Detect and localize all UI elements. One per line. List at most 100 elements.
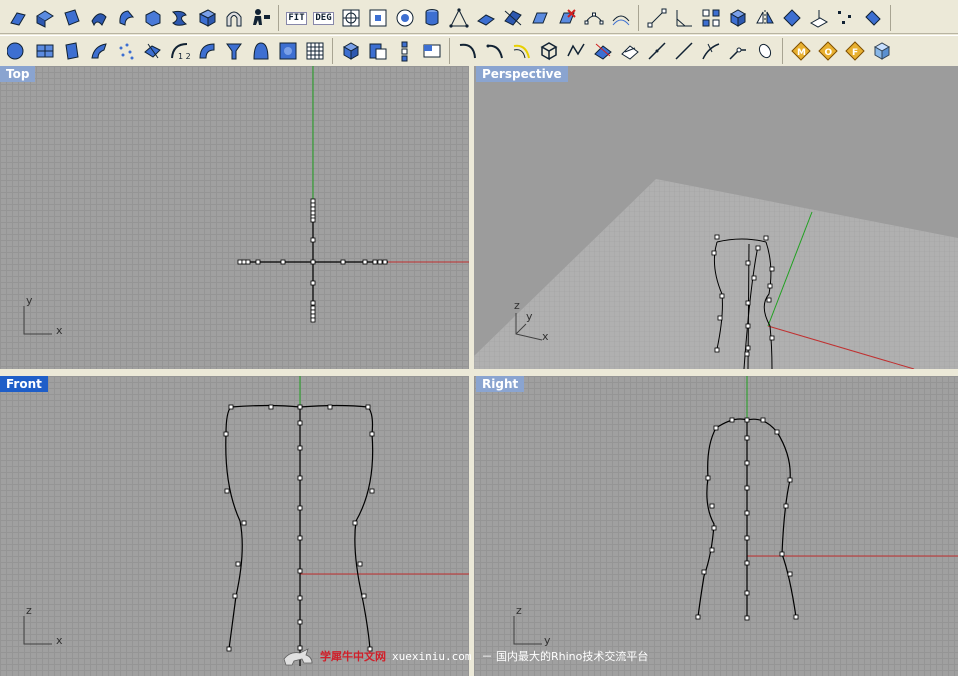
watermark-url: xuexiniu.com bbox=[392, 649, 472, 663]
control-points-icon[interactable] bbox=[580, 5, 607, 31]
curve-arc-icon[interactable] bbox=[454, 38, 481, 64]
front-viewport[interactable]: Front z x bbox=[0, 376, 469, 676]
box-solid-icon[interactable] bbox=[724, 5, 751, 31]
perspective-viewport[interactable]: Perspective z y x bbox=[474, 66, 958, 369]
project-curve-icon[interactable] bbox=[589, 38, 616, 64]
front-control-points bbox=[223, 404, 375, 652]
right-viewport[interactable]: Right z y bbox=[474, 376, 958, 676]
sweep2-icon[interactable] bbox=[85, 5, 112, 31]
angle-dimension-icon[interactable] bbox=[670, 5, 697, 31]
sweep1-icon[interactable] bbox=[58, 5, 85, 31]
svg-text:1 2: 1 2 bbox=[178, 52, 191, 61]
watermark: 学犀牛中文网 xuexiniu.com － 国内最大的Rhino技术交流平台 bbox=[282, 643, 648, 669]
render-preview-icon[interactable] bbox=[274, 38, 301, 64]
grid-surface-icon[interactable] bbox=[31, 38, 58, 64]
persp-axis-label-z: z bbox=[514, 299, 520, 312]
target-icon[interactable] bbox=[337, 5, 364, 31]
front-axis-indicator bbox=[23, 616, 52, 645]
right-axis-label-z: z bbox=[516, 604, 522, 617]
viewport-title-right[interactable]: Right bbox=[476, 376, 525, 392]
patch-icon[interactable] bbox=[166, 5, 193, 31]
zoom-extents-button[interactable]: FIT bbox=[283, 5, 310, 31]
snap-center-icon[interactable] bbox=[364, 5, 391, 31]
right-profile-curves bbox=[697, 418, 797, 620]
rail-revolve-icon[interactable] bbox=[139, 5, 166, 31]
top-viewport[interactable]: Top y x bbox=[0, 66, 469, 369]
material-o-icon[interactable]: O bbox=[814, 38, 841, 64]
revolve-icon[interactable] bbox=[112, 5, 139, 31]
mesh-grid-icon[interactable] bbox=[301, 38, 328, 64]
right-viewport-canvas bbox=[513, 376, 958, 645]
move-point-icon[interactable] bbox=[643, 5, 670, 31]
polyline-icon[interactable] bbox=[670, 38, 697, 64]
front-axis-label-z: z bbox=[26, 604, 32, 617]
pipe-icon[interactable] bbox=[859, 5, 886, 31]
fit-label: FIT bbox=[286, 11, 307, 25]
project-icon[interactable] bbox=[805, 5, 832, 31]
plane-icon[interactable] bbox=[472, 5, 499, 31]
network-surface-icon[interactable] bbox=[193, 5, 220, 31]
surface-tools-group bbox=[0, 5, 279, 31]
sphere-icon[interactable] bbox=[4, 38, 31, 64]
deg-label: DEG bbox=[313, 11, 334, 25]
extract-curve-icon[interactable] bbox=[616, 38, 643, 64]
material-m-icon[interactable]: M bbox=[787, 38, 814, 64]
fillet-icon[interactable] bbox=[85, 38, 112, 64]
box-edges-icon[interactable] bbox=[535, 38, 562, 64]
extrude-surface-icon[interactable] bbox=[4, 5, 31, 31]
material-f-icon[interactable]: F bbox=[841, 38, 868, 64]
render-tools-group: M O F bbox=[783, 38, 899, 64]
cutting-plane-icon[interactable] bbox=[499, 5, 526, 31]
curve-fillet-icon[interactable] bbox=[481, 38, 508, 64]
viewport-title-perspective[interactable]: Perspective bbox=[476, 66, 568, 82]
rhino-logo-icon bbox=[282, 645, 316, 667]
axis-indicator bbox=[23, 306, 52, 335]
viewport-splitter-horizontal[interactable] bbox=[0, 369, 958, 376]
window-icon[interactable] bbox=[418, 38, 445, 64]
surface-from-curves-icon[interactable] bbox=[526, 5, 553, 31]
delete-surface-icon[interactable] bbox=[553, 5, 580, 31]
rebuild-icon[interactable] bbox=[607, 5, 634, 31]
angle-snap-button[interactable]: DEG bbox=[310, 5, 337, 31]
point-cloud-icon[interactable] bbox=[112, 38, 139, 64]
loft-icon[interactable] bbox=[31, 5, 58, 31]
perspective-viewport-canvas bbox=[474, 179, 958, 369]
watermark-brand: 学犀牛中文网 bbox=[320, 650, 386, 663]
blend-12-icon[interactable]: 1 2 bbox=[166, 38, 193, 64]
axis-label-y: y bbox=[26, 294, 33, 307]
viewport-title-front[interactable]: Front bbox=[0, 376, 48, 392]
render-box-icon[interactable] bbox=[868, 38, 895, 64]
offset-curve-icon[interactable] bbox=[562, 38, 589, 64]
line-icon[interactable] bbox=[643, 38, 670, 64]
view-tools-group: FIT DEG bbox=[279, 5, 639, 31]
shell-icon[interactable] bbox=[193, 38, 220, 64]
viewport-title-top[interactable]: Top bbox=[0, 66, 36, 82]
funnel-icon[interactable] bbox=[220, 38, 247, 64]
array-icon[interactable] bbox=[697, 5, 724, 31]
gumball-icon[interactable] bbox=[391, 5, 418, 31]
solid-box-icon[interactable] bbox=[337, 38, 364, 64]
split-curve-icon[interactable] bbox=[697, 38, 724, 64]
extrude-solid-icon[interactable] bbox=[58, 38, 85, 64]
curve-tools-group bbox=[450, 38, 783, 64]
watermark-tagline: － 国内最大的Rhino技术交流平台 bbox=[481, 650, 649, 663]
trim-curve-icon[interactable] bbox=[724, 38, 751, 64]
person-hammer-icon[interactable] bbox=[247, 5, 274, 31]
diamond-icon[interactable] bbox=[778, 5, 805, 31]
triangle-mesh-icon[interactable] bbox=[445, 5, 472, 31]
cylinder-icon[interactable] bbox=[418, 5, 445, 31]
stack-icon[interactable] bbox=[391, 38, 418, 64]
bell-surface-icon[interactable] bbox=[247, 38, 274, 64]
profile-cross-curves bbox=[237, 198, 388, 323]
svg-text:M: M bbox=[797, 48, 806, 58]
split-surface-icon[interactable] bbox=[139, 38, 166, 64]
arch-icon[interactable] bbox=[220, 5, 247, 31]
transform-tools-group bbox=[639, 5, 891, 31]
scatter-points-icon[interactable] bbox=[832, 5, 859, 31]
persp-axis-label-x: x bbox=[542, 330, 549, 343]
mirror-icon[interactable] bbox=[751, 5, 778, 31]
curve-blend-icon[interactable] bbox=[508, 38, 535, 64]
top-viewport-canvas bbox=[23, 66, 469, 335]
layout-panel-icon[interactable] bbox=[364, 38, 391, 64]
ellipsoid-icon[interactable] bbox=[751, 38, 778, 64]
